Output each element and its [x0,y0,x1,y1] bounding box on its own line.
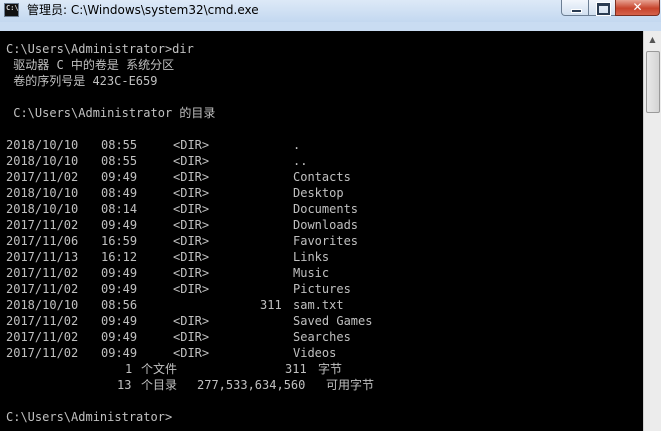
directory-entry-row: 2017/11/02 09:49 <DIR> Pictures [0,281,643,297]
entry-time: 09:49 [101,266,138,280]
cmd-icon-text: C:\ [6,4,19,12]
entry-type: <DIR> [173,218,210,232]
entry-time: 09:49 [101,170,138,184]
entry-name: sam.txt [293,298,344,312]
entry-name: . [293,138,301,152]
entry-type: <DIR> [173,154,210,168]
entry-time: 09:49 [101,330,138,344]
directory-entry-row: 2017/11/02 09:49 <DIR> Searches [0,329,643,345]
entry-name: Desktop [293,186,344,200]
directory-entry-row: 2018/10/10 08:56 311 sam.txt [0,297,643,313]
entry-name: Contacts [293,170,351,184]
maximize-icon [597,3,610,15]
minimize-icon [571,9,582,13]
free-bytes: 277,533,634,560 [197,378,306,392]
cmd-app-icon[interactable]: C:\ [4,3,19,17]
entry-time: 16:59 [101,234,138,248]
directory-entry-row: 2018/10/10 08:49 <DIR> Desktop [0,185,643,201]
entry-type: <DIR> [173,330,210,344]
close-button[interactable]: ✕ [615,0,660,16]
title-bar[interactable]: C:\ 管理员: C:\Windows\system32\cmd.exe ✕ [0,0,661,22]
entry-type: <DIR> [173,282,210,296]
entry-date: 2018/10/10 [6,154,79,168]
entry-date: 2018/10/10 [6,202,79,216]
console-output[interactable]: C:\Users\Administrator>dir 驱动器 C 中的卷是 系统… [0,31,643,431]
maximize-button[interactable] [588,0,616,16]
entry-type: <DIR> [173,346,210,360]
window-title: 管理员: C:\Windows\system32\cmd.exe [27,3,259,17]
entry-type: <DIR> [173,234,210,248]
entry-date: 2018/10/10 [6,186,79,200]
vertical-scrollbar[interactable]: ▲ [643,31,661,431]
entry-date: 2017/11/13 [6,250,79,264]
directory-entry-row: 2017/11/02 09:49 <DIR> Music [0,265,643,281]
scrollbar-thumb[interactable] [646,51,660,113]
entry-date: 2017/11/02 [6,170,79,184]
final-prompt-line: C:\Users\Administrator> [6,410,173,424]
entry-date: 2017/11/02 [6,314,79,328]
entry-time: 09:49 [101,218,138,232]
entry-type: <DIR> [173,250,210,264]
free-bytes-label: 可用字节 [326,378,375,392]
entry-type: <DIR> [173,170,210,184]
entry-date: 2018/10/10 [6,138,79,152]
entry-date: 2017/11/02 [6,282,79,296]
entry-name: Favorites [293,234,359,248]
entry-time: 09:49 [101,314,138,328]
entry-time: 08:55 [101,154,138,168]
entry-date: 2017/11/02 [6,330,79,344]
directory-entry-row: 2018/10/10 08:55 <DIR>.. [0,153,643,169]
directory-entry-row: 2017/11/06 16:59 <DIR> Favorites [0,233,643,249]
entry-date: 2018/10/10 [6,298,79,312]
entry-date: 2017/11/02 [6,218,79,232]
close-icon: ✕ [632,0,643,14]
entry-time: 08:49 [101,186,138,200]
volume-label-line: 驱动器 C 中的卷是 系统分区 [6,58,175,72]
entry-name: Music [293,266,330,280]
files-count-label: 个文件 [141,362,178,376]
entry-name: Saved Games [293,314,373,328]
entry-name: Videos [293,346,337,360]
entry-name: .. [293,154,308,168]
files-bytes-label: 字节 [318,362,343,376]
cmd-window: C:\ 管理员: C:\Windows\system32\cmd.exe ✕ C… [0,0,661,431]
entry-time: 09:49 [101,282,138,296]
entry-time: 08:14 [101,202,138,216]
dirs-count: 13 [117,378,132,392]
directory-entry-row: 2018/10/10 08:14 <DIR> Documents [0,201,643,217]
files-bytes: 311 [285,362,307,376]
entry-time: 09:49 [101,346,138,360]
directory-header-line: C:\Users\Administrator 的目录 [6,106,216,120]
scroll-up-arrow-icon[interactable]: ▲ [644,31,661,48]
directory-entry-row: 2017/11/02 09:49 <DIR> Saved Games [0,313,643,329]
volume-serial-line: 卷的序列号是 423C-E659 [6,74,158,88]
entry-date: 2017/11/06 [6,234,79,248]
entry-type: <DIR> [173,202,210,216]
entry-date: 2017/11/02 [6,346,79,360]
entry-date: 2017/11/02 [6,266,79,280]
entry-type: <DIR> [173,266,210,280]
entry-name: Downloads [293,218,359,232]
entry-time: 08:56 [101,298,138,312]
directory-entry-row: 2017/11/02 09:49 <DIR> Videos [0,345,643,361]
entry-time: 08:55 [101,138,138,152]
entry-name: Pictures [293,282,351,296]
entry-type: <DIR> [173,314,210,328]
entry-name: Documents [293,202,359,216]
prompt-command-line: C:\Users\Administrator>dir [6,42,194,56]
files-count: 1 [125,362,133,376]
directory-entry-row: 2017/11/02 09:49 <DIR> Contacts [0,169,643,185]
entry-type: <DIR> [173,186,210,200]
directory-entry-row: 2018/10/10 08:55 <DIR>. [0,137,643,153]
minimize-button[interactable] [561,0,589,16]
entry-name: Searches [293,330,351,344]
dirs-count-label: 个目录 [141,378,178,392]
entry-type: <DIR> [173,138,210,152]
entry-name: Links [293,250,330,264]
entry-size: 311 [260,298,282,312]
entry-time: 16:12 [101,250,138,264]
directory-entry-row: 2017/11/13 16:12 <DIR> Links [0,249,643,265]
directory-entry-row: 2017/11/02 09:49 <DIR> Downloads [0,217,643,233]
